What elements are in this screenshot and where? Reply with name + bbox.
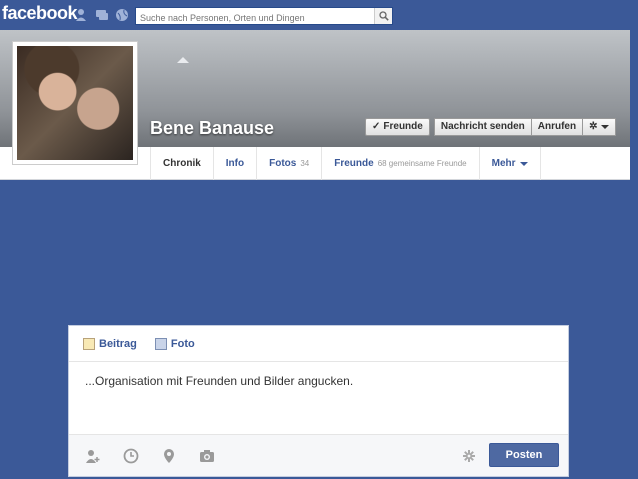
tag-friends-icon[interactable] <box>83 447 103 465</box>
notifications-globe-icon[interactable] <box>115 8 129 22</box>
profile-tabs: Chronik Info Fotos 34 Freunde 68 gemeins… <box>150 147 541 180</box>
tab-label: Info <box>225 158 245 169</box>
friends-button-label: Freunde <box>383 121 423 132</box>
tab-mehr[interactable]: Mehr <box>480 147 541 180</box>
tab-label: Fotos <box>269 158 297 169</box>
composer-textarea[interactable]: ...Organisation mit Freunden und Bilder … <box>85 374 353 388</box>
search-input[interactable] <box>136 10 366 26</box>
composer-tabs: Beitrag Foto <box>69 326 568 362</box>
clock-icon[interactable] <box>121 447 141 465</box>
send-message-label: Nachricht senden <box>440 121 525 132</box>
tab-label: Mehr <box>491 158 516 169</box>
send-message-button[interactable]: Nachricht senden <box>433 118 532 136</box>
friend-requests-icon[interactable] <box>75 8 89 22</box>
gear-icon: ✲ <box>589 121 598 132</box>
action-button-group: Nachricht senden Anrufen ✲ <box>433 118 616 136</box>
friends-button[interactable]: ✓ Freunde <box>365 118 430 136</box>
search-box <box>135 7 393 26</box>
tab-label: Chronik <box>163 158 201 169</box>
composer-icons <box>83 447 217 465</box>
status-icon <box>83 337 95 350</box>
top-navigation-bar: facebook <box>0 0 638 30</box>
profile-name[interactable]: Bene Banause <box>150 118 274 139</box>
profile-picture <box>17 46 133 160</box>
settings-menu-button[interactable]: ✲ <box>583 118 616 136</box>
call-button-label: Anrufen <box>537 121 577 132</box>
notification-icons <box>75 8 129 22</box>
location-pin-icon[interactable] <box>159 447 179 465</box>
tab-chronik[interactable]: Chronik <box>150 147 214 180</box>
search-button[interactable] <box>374 8 392 24</box>
chevron-down-icon <box>519 161 528 166</box>
composer-toolbar: Posten <box>69 434 568 476</box>
tab-count: 34 <box>300 159 310 168</box>
tab-label: Freunde <box>334 158 374 169</box>
tab-info[interactable]: Info <box>214 147 258 180</box>
composer-tab-beitrag[interactable]: Beitrag <box>83 337 137 350</box>
checkmark-icon: ✓ <box>372 121 381 132</box>
profile-picture-frame[interactable] <box>12 41 138 165</box>
composer-tab-label: Beitrag <box>99 337 137 350</box>
camera-icon[interactable] <box>197 447 217 465</box>
profile-actions: ✓ Freunde Nachricht senden Anrufen ✲ <box>365 118 616 136</box>
profile-header: Chronik Info Fotos 34 Freunde 68 gemeins… <box>0 30 630 180</box>
call-button[interactable]: Anrufen <box>531 118 584 136</box>
search-icon <box>378 11 389 21</box>
privacy-settings-icon[interactable] <box>459 447 479 465</box>
chevron-down-icon <box>600 125 609 129</box>
composer-tab-label: Foto <box>170 337 195 350</box>
photo-icon <box>154 337 167 350</box>
tab-freunde[interactable]: Freunde 68 gemeinsame Freunde <box>322 147 480 180</box>
tab-count: 68 gemeinsame Freunde <box>377 159 467 168</box>
post-composer: Beitrag Foto ...Organisation mit Freunde… <box>68 325 569 477</box>
messages-icon[interactable] <box>95 8 109 22</box>
active-tab-marker <box>177 57 189 63</box>
facebook-logo[interactable]: facebook <box>2 3 78 24</box>
composer-tab-foto[interactable]: Foto <box>154 337 195 350</box>
post-button[interactable]: Posten <box>489 443 559 467</box>
tab-fotos[interactable]: Fotos 34 <box>257 147 323 180</box>
